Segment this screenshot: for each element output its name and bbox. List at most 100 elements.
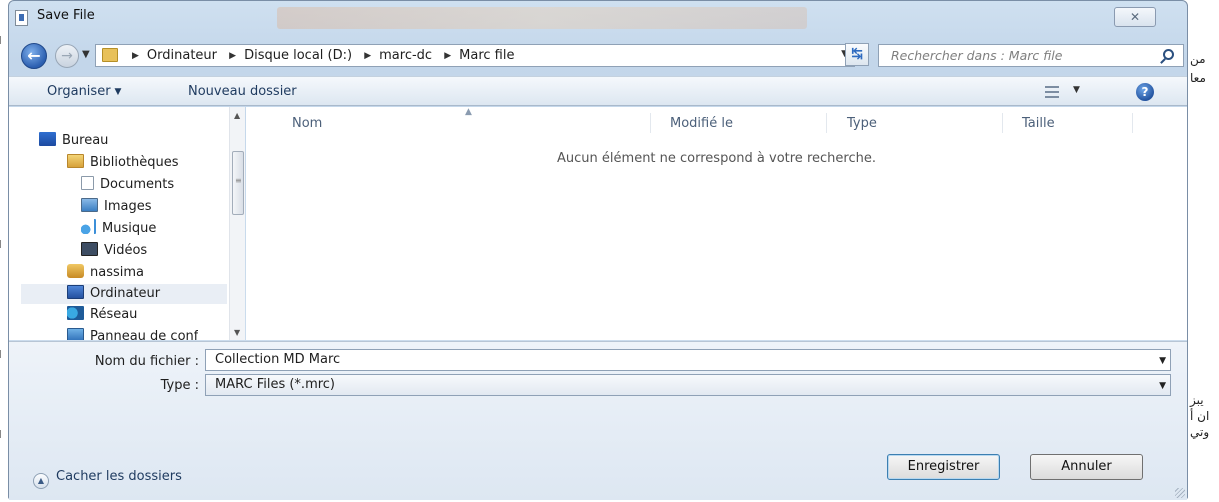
videos-icon [81, 242, 98, 256]
nav-item-label: nassima [90, 265, 144, 280]
background-text-fragment: ان أ [1190, 409, 1210, 423]
empty-results-message: Aucun élément ne correspond à votre rech… [557, 151, 876, 166]
breadcrumb: ▶ Ordinateur ▶ Disque local (D:) ▶ marc-dc … [124, 48, 514, 63]
filename-field[interactable]: Collection MD Marc ▼ [205, 349, 1171, 371]
breadcrumb-computer[interactable]: Ordinateur [147, 48, 217, 63]
music-icon [81, 219, 96, 234]
column-header-modified[interactable]: Modifié le [670, 116, 733, 131]
breadcrumb-marc-file[interactable]: Marc file [459, 48, 514, 63]
nav-item-music[interactable]: Musique [81, 219, 156, 239]
app-document-icon [15, 10, 28, 26]
organize-label: Organiser [47, 84, 111, 99]
search-icon[interactable] [1163, 49, 1174, 60]
nav-item-user[interactable]: nassima [67, 263, 144, 283]
chevron-down-icon[interactable]: ▼ [1159, 381, 1166, 391]
save-button[interactable]: Enregistrer [887, 454, 1000, 480]
grip-icon: ≡ [235, 176, 242, 185]
nav-item-label: Réseau [90, 307, 138, 322]
breadcrumb-marc-dc[interactable]: marc-dc [379, 48, 432, 63]
column-divider[interactable] [826, 113, 827, 133]
nav-item-videos[interactable]: Vidéos [81, 241, 147, 261]
close-button[interactable]: ✕ [1114, 7, 1156, 27]
new-folder-button[interactable]: Nouveau dossier [188, 84, 297, 99]
background-document-mark [0, 240, 8, 248]
close-icon: ✕ [1129, 10, 1141, 24]
nav-item-computer[interactable]: Ordinateur [21, 284, 227, 304]
folder-icon [102, 48, 118, 62]
nav-item-desktop[interactable]: Bureau [39, 131, 108, 151]
cancel-button[interactable]: Annuler [1030, 454, 1143, 480]
scroll-down-icon[interactable]: ▼ [234, 328, 240, 337]
column-divider[interactable] [1132, 113, 1133, 133]
address-bar[interactable]: ▶ Ordinateur ▶ Disque local (D:) ▶ marc-dc … [95, 44, 855, 67]
organize-menu[interactable]: Organiser ▼ [47, 84, 121, 99]
nav-item-label: Images [104, 199, 152, 214]
scroll-up-icon[interactable]: ▲ [234, 111, 240, 120]
refresh-icon: ↹ [851, 46, 863, 62]
scrollbar-thumb[interactable]: ≡ [232, 151, 244, 215]
chevron-right-icon: ▶ [444, 51, 452, 61]
chevron-right-icon: ▶ [364, 51, 372, 61]
nav-item-label: Ordinateur [90, 286, 161, 301]
nav-item-libraries[interactable]: Bibliothèques [67, 153, 179, 173]
desktop-icon [39, 132, 56, 146]
nav-item-network[interactable]: Réseau [67, 305, 137, 325]
computer-icon [67, 285, 84, 299]
chevron-down-icon: ▼ [114, 87, 122, 97]
column-divider[interactable] [1002, 113, 1003, 133]
address-row: ← → ▼ ▶ Ordinateur ▶ Disque local (D:) ▶ ma… [9, 38, 1187, 72]
search-placeholder: Rechercher dans : Marc file [891, 48, 1063, 63]
background-document-mark [0, 430, 8, 438]
nav-item-images[interactable]: Images [81, 197, 152, 217]
sort-indicator-icon: ▲ [465, 107, 472, 117]
dialog-title: Save File [37, 8, 95, 23]
command-bar: Organiser ▼ Nouveau dossier ▼ ? [9, 76, 1187, 106]
nav-item-documents[interactable]: Documents [81, 175, 174, 195]
documents-icon [81, 176, 94, 190]
help-icon[interactable]: ? [1136, 83, 1154, 101]
file-type-label: Type : [160, 378, 199, 393]
column-header-name[interactable]: Nom [292, 116, 322, 131]
chevron-right-icon: ▶ [229, 51, 237, 61]
breadcrumb-local-disk[interactable]: Disque local (D:) [244, 48, 352, 63]
column-header-size[interactable]: Taille [1022, 116, 1055, 131]
file-type-value: MARC Files (*.mrc) [215, 377, 336, 392]
arrow-left-icon: ← [27, 46, 41, 65]
chevron-right-icon: ▶ [132, 51, 139, 61]
forward-button[interactable]: → [55, 44, 79, 68]
nav-item-label: Documents [100, 177, 175, 192]
navigation-pane: Bureau Bibliothèques Documents Images Mu… [9, 107, 245, 340]
background-document-mark [0, 36, 8, 44]
refresh-button[interactable]: ↹ [845, 43, 869, 66]
nav-item-label: Bureau [62, 133, 109, 148]
title-bar[interactable]: Save File ✕ [9, 1, 1187, 33]
view-options-icon[interactable] [1045, 86, 1059, 98]
view-options-dropdown[interactable]: ▼ [1073, 85, 1080, 95]
chevron-down-icon[interactable]: ▼ [1159, 356, 1166, 366]
navigation-scrollbar[interactable]: ▲ ≡ ▼ [229, 107, 245, 340]
back-button[interactable]: ← [21, 43, 47, 69]
recent-locations-dropdown[interactable]: ▼ [82, 49, 90, 60]
control-panel-icon [67, 328, 84, 340]
background-text-fragment: معا [1190, 71, 1206, 85]
file-list: ▲ Nom Modifié le Type Taille Aucun éléme… [246, 107, 1187, 340]
filename-label: Nom du fichier : [94, 354, 199, 369]
file-type-select[interactable]: MARC Files (*.mrc) ▼ [205, 374, 1171, 396]
nav-item-control-panel[interactable]: Panneau de conf [67, 327, 198, 340]
column-header-type[interactable]: Type [847, 116, 877, 131]
nav-item-label: Musique [102, 221, 157, 236]
save-form: Nom du fichier : Collection MD Marc ▼ Ty… [9, 341, 1187, 500]
background-document-mark [0, 350, 8, 358]
nav-item-label: Vidéos [104, 243, 148, 258]
column-divider[interactable] [650, 113, 651, 133]
search-input[interactable]: Rechercher dans : Marc file [878, 44, 1184, 67]
network-icon [67, 306, 84, 320]
nav-item-label: Bibliothèques [90, 155, 179, 170]
nav-item-label: Panneau de conf [90, 329, 199, 340]
chevron-up-icon: ▲ [33, 473, 49, 489]
hide-folders-button[interactable]: ▲ Cacher les dossiers [33, 469, 182, 489]
resize-grip-icon[interactable] [1175, 488, 1185, 498]
libraries-icon [67, 154, 84, 168]
blurred-background-strip [277, 7, 807, 29]
save-file-dialog: Save File ✕ ← → ▼ ▶ Ordinateur ▶ Disque lo… [8, 0, 1188, 500]
